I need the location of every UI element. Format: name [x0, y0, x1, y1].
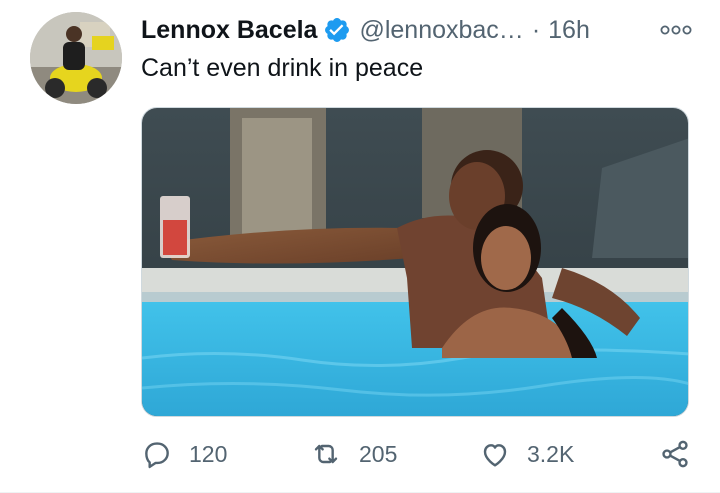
- reply-button[interactable]: 120: [141, 438, 227, 470]
- tweet-text: Can’t even drink in peace: [141, 54, 424, 82]
- tweet-card[interactable]: Lennox Bacela @lennoxbac… · 16h Can’t ev…: [0, 0, 720, 493]
- tweet-header: Lennox Bacela @lennoxbac… · 16h: [141, 12, 694, 48]
- pool-photo: [142, 108, 688, 416]
- like-count: 3.2K: [527, 440, 575, 467]
- retweet-button[interactable]: 205: [309, 438, 397, 470]
- user-handle[interactable]: @lennoxbac…: [359, 16, 523, 45]
- avatar[interactable]: [30, 12, 122, 104]
- heart-icon: [483, 444, 507, 467]
- display-name[interactable]: Lennox Bacela: [141, 16, 317, 45]
- avatar-image: [30, 12, 122, 104]
- verified-badge-icon: [323, 16, 351, 44]
- reply-count: 120: [189, 440, 228, 467]
- retweet-icon: [314, 444, 338, 464]
- tweet-media-photo[interactable]: [141, 107, 689, 417]
- reply-icon: [145, 442, 169, 469]
- more-horizontal-icon[interactable]: [658, 18, 694, 42]
- separator-dot: ·: [531, 15, 541, 44]
- share-icon: [662, 440, 688, 468]
- tweet-timestamp[interactable]: 16h: [548, 16, 590, 45]
- retweet-count: 205: [359, 440, 398, 467]
- share-button[interactable]: [659, 438, 691, 470]
- like-button[interactable]: 3.2K: [479, 438, 574, 470]
- tweet-actions: 120 205 3.2K: [141, 432, 691, 476]
